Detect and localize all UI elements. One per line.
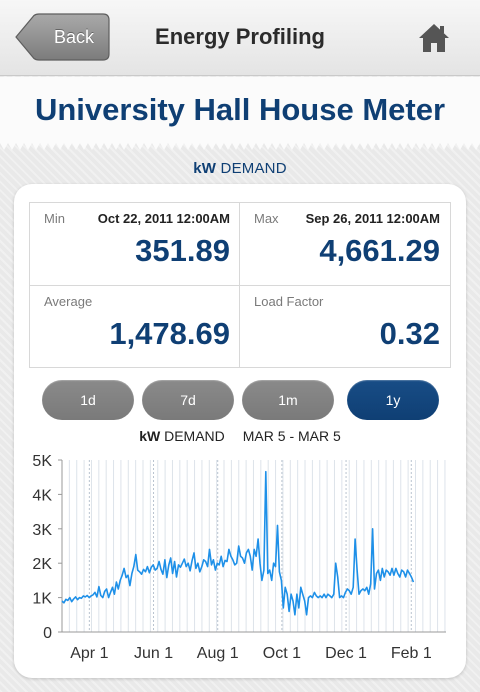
range-metric: kW	[139, 428, 161, 444]
home-icon	[419, 24, 449, 52]
section-label-text: DEMAND	[220, 160, 287, 177]
chart-y-tick-label: 5K	[32, 453, 52, 470]
chart-x-tick-label: Feb 1	[391, 645, 432, 662]
home-button[interactable]	[416, 20, 452, 56]
chart-y-tick-label: 4K	[32, 487, 52, 504]
section-metric: kW	[193, 160, 217, 177]
period-button-1d[interactable]: 1d	[42, 380, 134, 420]
demand-chart: 0 1K 2K 3K 4K 5K Apr 1 Jun 1 Aug 1 Oct 1 Dec 1 Feb …	[32, 453, 446, 662]
back-button-label: Back	[53, 27, 95, 47]
back-button[interactable]: Back	[14, 13, 110, 61]
stat-average-value: 1,478.69	[109, 316, 230, 351]
nav-bar: Back Energy Profiling	[0, 0, 480, 76]
stat-min-date: Oct 22, 2011 12:00AM	[97, 211, 230, 226]
chart-y-tick-label: 1K	[32, 591, 52, 608]
chart-series-line	[61, 470, 415, 616]
chart-range-label: kW DEMAND MAR 5 - MAR 5	[14, 428, 466, 444]
page-title: Energy Profiling	[155, 24, 325, 49]
meter-title: University Hall House Meter	[34, 92, 446, 127]
stats-card: Min Oct 22, 2011 12:00AM 351.89 Max Sep …	[14, 184, 466, 678]
chart-y-tick-label: 3K	[32, 522, 52, 539]
stat-max-value: 4,661.29	[319, 233, 440, 268]
stat-min: Min Oct 22, 2011 12:00AM 351.89	[30, 203, 230, 285]
stat-max-label: Max	[254, 211, 279, 226]
chart-x-tick-label: Jun 1	[134, 645, 173, 662]
period-button-1y[interactable]: 1y	[347, 380, 439, 420]
range-dates: MAR 5 - MAR 5	[242, 428, 341, 444]
chart-x-tick-label: Oct 1	[263, 645, 301, 662]
stat-max: Max Sep 26, 2011 12:00AM 4,661.29	[240, 203, 440, 285]
chart-y-tick-label: 2K	[32, 556, 52, 573]
period-button-7d[interactable]: 7d	[142, 380, 234, 420]
chart-x-tick-label: Aug 1	[197, 645, 239, 662]
stats-grid: Min Oct 22, 2011 12:00AM 351.89 Max Sep …	[29, 202, 451, 368]
header-zigzag-edge	[0, 143, 480, 150]
range-label-text: DEMAND	[164, 428, 225, 444]
stat-load-factor-label: Load Factor	[254, 294, 324, 309]
chart-x-tick-label: Dec 1	[325, 645, 367, 662]
stat-min-value: 351.89	[135, 233, 230, 268]
stat-average: Average 1,478.69	[30, 286, 230, 368]
stat-average-label: Average	[44, 294, 93, 309]
chart-y-tick-label: 0	[43, 625, 52, 642]
section-label: kW DEMAND	[0, 160, 480, 177]
period-button-1m[interactable]: 1m	[242, 380, 334, 420]
stat-max-date: Sep 26, 2011 12:00AM	[305, 211, 440, 226]
stat-load-factor-value: 0.32	[379, 316, 440, 351]
stat-load-factor: Load Factor 0.32	[240, 286, 440, 368]
stat-min-label: Min	[44, 211, 65, 226]
chart-x-tick-label: Apr 1	[70, 645, 108, 662]
